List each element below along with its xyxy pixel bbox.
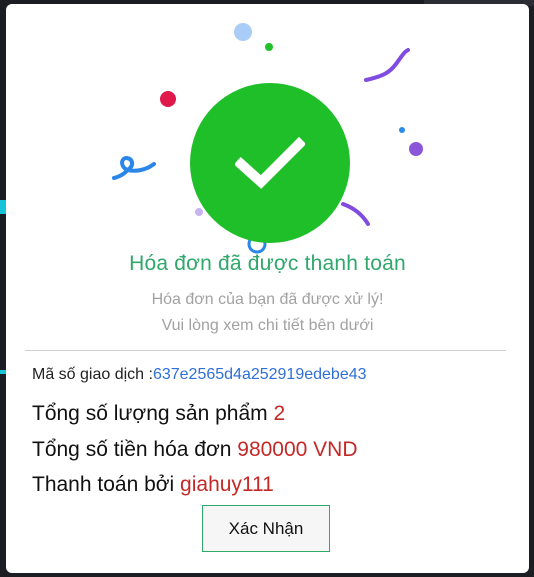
success-illustration [6,4,529,254]
transaction-row: Mã số giao dịch :637e2565d4a252919edebe4… [32,366,367,384]
paid-by-label: Thanh toán bởi [32,473,175,496]
paid-by-value: giahuy111 [180,473,274,496]
quantity-value: 2 [273,402,286,425]
paid-by-row: Thanh toán bởi giahuy111 [32,473,274,497]
total-value: 980000 VND [237,438,358,461]
confirm-button[interactable]: Xác Nhận [202,505,330,552]
quantity-label: Tổng số lượng sản phẩm [32,402,268,425]
divider [25,350,506,351]
transaction-label: Mã số giao dịch : [32,366,153,383]
transaction-id: 637e2565d4a252919edebe43 [152,366,367,383]
quantity-row: Tổng số lượng sản phẩm 2 [32,402,285,426]
total-label: Tổng số tiền hóa đơn [32,438,232,461]
modal-subtitle-detail: Vui lòng xem chi tiết bên dưới [161,317,374,334]
modal-subtitle: Hóa đơn của bạn đã được xử lý! [151,291,384,308]
payment-success-modal: Hóa đơn đã được thanh toán Hóa đơn của b… [6,4,529,573]
check-circle-icon [190,83,350,243]
checkmark-icon [235,136,305,189]
total-row: Tổng số tiền hóa đơn 980000 VND [32,438,358,462]
modal-title: Hóa đơn đã được thanh toán [129,252,406,275]
